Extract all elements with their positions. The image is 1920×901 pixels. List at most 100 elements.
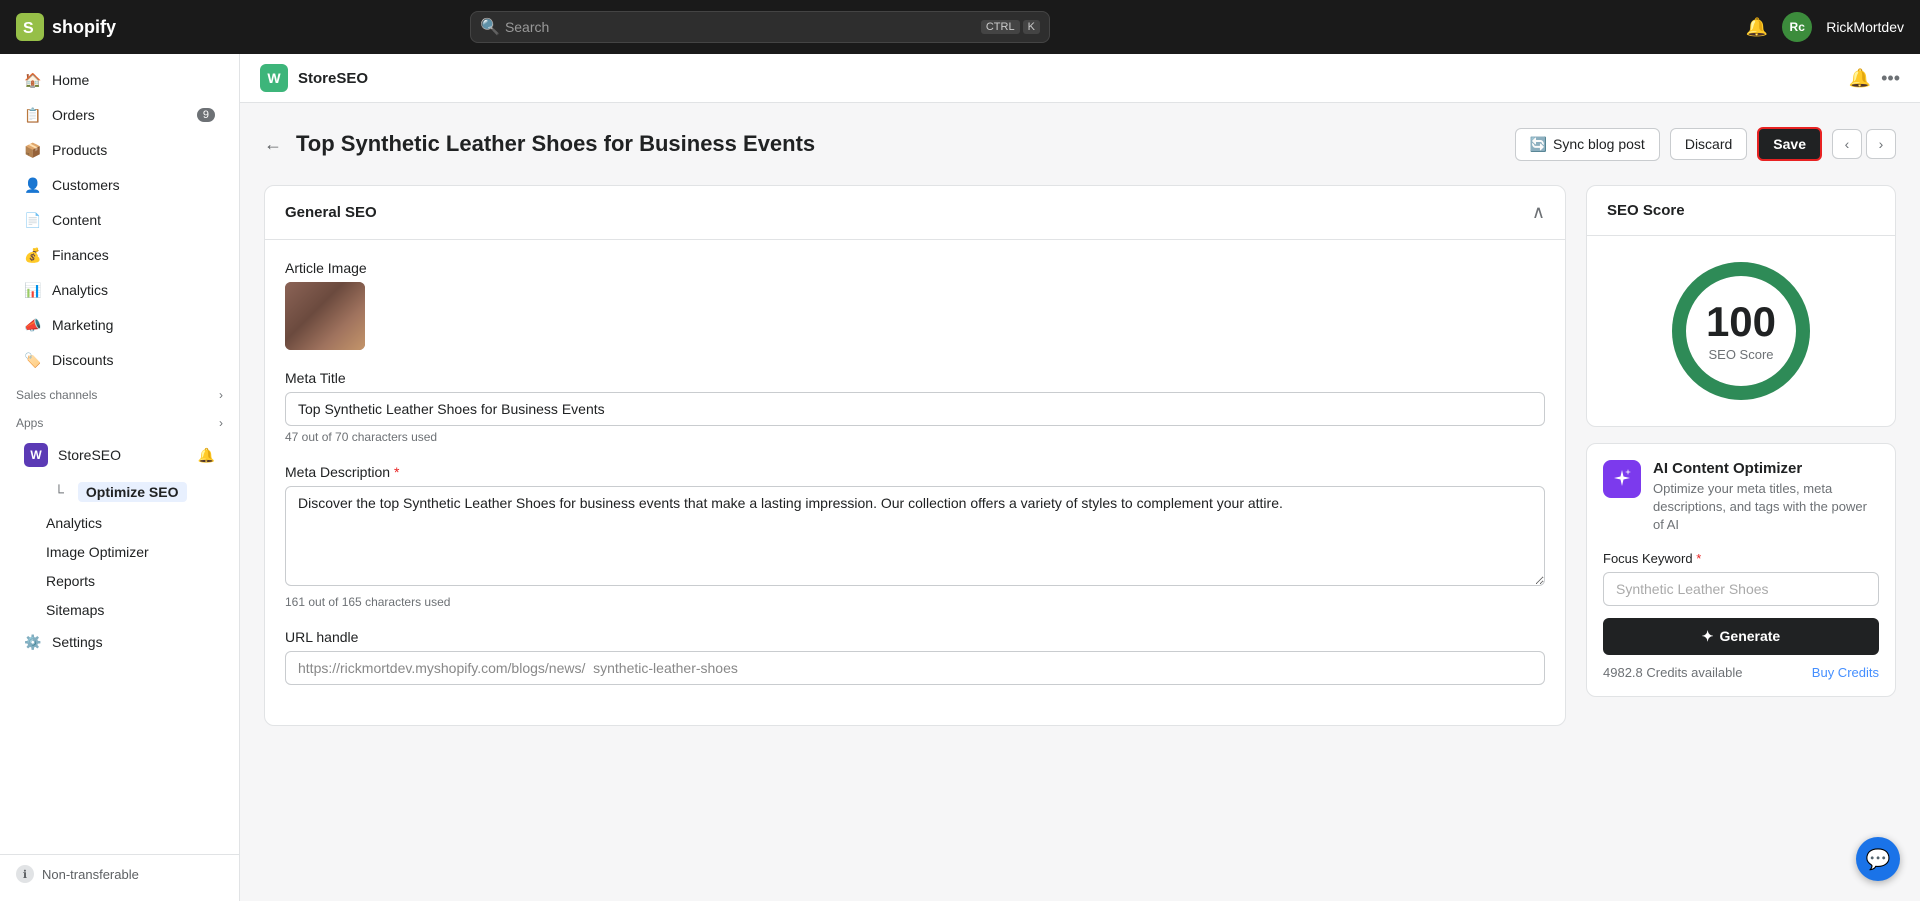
page-header-actions: 🔄 Sync blog post Discard Save ‹ › — [1515, 127, 1896, 161]
sidebar-item-content[interactable]: 📄 Content — [8, 203, 231, 237]
meta-description-group: Meta Description * Discover the top Synt… — [285, 464, 1545, 609]
username: RickMortdev — [1826, 19, 1904, 35]
shoe-image — [285, 282, 365, 350]
general-seo-card-body: Article Image Meta Title 47 out of 70 ch… — [265, 240, 1565, 725]
image-optimizer-label: Image Optimizer — [46, 544, 149, 560]
sidebar-sub-image-optimizer[interactable]: Image Optimizer — [8, 538, 231, 566]
sidebar-item-home[interactable]: 🏠 Home — [8, 63, 231, 97]
sidebar-sub-analytics[interactable]: Analytics — [8, 509, 231, 537]
general-seo-card: General SEO ∧ Article Image — [264, 185, 1566, 726]
sidebar-item-label: Discounts — [52, 352, 113, 368]
chat-bubble-button[interactable]: 💬 — [1856, 837, 1900, 881]
chat-icon: 💬 — [1866, 847, 1891, 872]
page-title: Top Synthetic Leather Shoes for Business… — [296, 131, 815, 157]
sync-label: Sync blog post — [1553, 136, 1645, 152]
svg-text:S: S — [23, 20, 34, 37]
sidebar-item-label: Finances — [52, 247, 109, 263]
home-icon: 🏠 — [24, 71, 42, 89]
seo-score-title: SEO Score — [1587, 186, 1895, 236]
sales-channels-section[interactable]: Sales channels › — [0, 378, 239, 406]
orders-badge: 9 — [197, 108, 215, 122]
page-header: ← Top Synthetic Leather Shoes for Busine… — [264, 127, 1896, 161]
url-handle-input[interactable] — [285, 651, 1545, 685]
ai-optimizer-desc: Optimize your meta titles, meta descript… — [1653, 480, 1879, 535]
storeseo-label: StoreSEO — [58, 447, 121, 463]
sidebar-item-settings[interactable]: ⚙️ Settings — [8, 625, 231, 659]
search-input[interactable] — [470, 11, 1050, 43]
marketing-icon: 📣 — [24, 316, 42, 334]
shopify-logo-icon: S — [16, 13, 44, 41]
ai-optimizer-title: AI Content Optimizer — [1653, 460, 1879, 477]
content-area: W StoreSEO 🔔 ••• ← Top Synthetic Leather… — [240, 54, 1920, 901]
sidebar-item-label: Content — [52, 212, 101, 228]
meta-description-label: Meta Description * — [285, 464, 1545, 480]
seo-score-text: SEO Score — [1708, 347, 1773, 362]
non-transferable-text: Non-transferable — [42, 867, 139, 882]
analytics-sub-label: Analytics — [46, 515, 102, 531]
sidebar-item-analytics[interactable]: 📊 Analytics — [8, 273, 231, 307]
topbar-logo-text: shopify — [52, 17, 116, 38]
ai-optimizer-card: AI Content Optimizer Optimize your meta … — [1586, 443, 1896, 697]
storeseo-app-icon: W — [24, 443, 48, 467]
topbar-right: 🔔 Rc RickMortdev — [1746, 12, 1904, 42]
credits-row: 4982.8 Credits available Buy Credits — [1603, 665, 1879, 680]
sync-blog-post-button[interactable]: 🔄 Sync blog post — [1515, 128, 1660, 161]
reports-label: Reports — [46, 573, 95, 589]
seo-score-wrap: 100 SEO Score — [1587, 236, 1895, 426]
notification-bell-icon[interactable]: 🔔 — [1746, 17, 1768, 38]
credits-text: 4982.8 Credits available — [1603, 665, 1742, 680]
products-icon: 📦 — [24, 141, 42, 159]
sidebar-item-marketing[interactable]: 📣 Marketing — [8, 308, 231, 342]
sidebar-item-optimize-seo[interactable]: └ Optimize SEO — [8, 476, 231, 508]
plugin-bell-icon[interactable]: 🔔 — [1849, 68, 1871, 89]
nav-arrows: ‹ › — [1832, 129, 1896, 159]
focus-keyword-input[interactable] — [1603, 572, 1879, 606]
sidebar-item-products[interactable]: 📦 Products — [8, 133, 231, 167]
analytics-icon: 📊 — [24, 281, 42, 299]
sidebar-item-customers[interactable]: 👤 Customers — [8, 168, 231, 202]
apps-section[interactable]: Apps › — [0, 406, 239, 434]
general-seo-card-header[interactable]: General SEO ∧ — [265, 186, 1565, 240]
sync-icon: 🔄 — [1530, 136, 1547, 153]
required-asterisk: * — [394, 464, 399, 480]
main-column: General SEO ∧ Article Image — [264, 185, 1566, 726]
save-button[interactable]: Save — [1757, 127, 1822, 161]
sidebar-item-label: Analytics — [52, 282, 108, 298]
page-content: ← Top Synthetic Leather Shoes for Busine… — [240, 103, 1920, 901]
generate-label: Generate — [1720, 628, 1781, 644]
plugin-name: StoreSEO — [298, 70, 368, 87]
ai-sparkle-icon — [1603, 460, 1641, 498]
tree-line-icon: └ — [54, 484, 64, 500]
sidebar-item-discounts[interactable]: 🏷️ Discounts — [8, 343, 231, 377]
sidebar-item-storeseo[interactable]: W StoreSEO 🔔 — [8, 435, 231, 475]
topbar: S shopify 🔍 CTRL K 🔔 Rc RickMortdev — [0, 0, 1920, 54]
plugin-more-icon[interactable]: ••• — [1881, 68, 1900, 89]
collapse-icon[interactable]: ∧ — [1532, 202, 1545, 223]
avatar: Rc — [1782, 12, 1812, 42]
sidebar-item-orders[interactable]: 📋 Orders 9 — [8, 98, 231, 132]
search-icon: 🔍 — [480, 17, 500, 37]
meta-description-textarea[interactable]: Discover the top Synthetic Leather Shoes… — [285, 486, 1545, 586]
article-image-group: Article Image — [285, 260, 1545, 350]
sidebar-item-label: Home — [52, 72, 89, 88]
plugin-bar-right: 🔔 ••• — [1849, 68, 1900, 89]
discard-button[interactable]: Discard — [1670, 128, 1747, 160]
sidebar-nav: 🏠 Home 📋 Orders 9 📦 Products 👤 Customers… — [0, 54, 239, 668]
settings-label: Settings — [52, 634, 103, 650]
content-icon: 📄 — [24, 211, 42, 229]
buy-credits-link[interactable]: Buy Credits — [1812, 665, 1879, 680]
meta-title-group: Meta Title 47 out of 70 characters used — [285, 370, 1545, 444]
sidebar-sub-sitemaps[interactable]: Sitemaps — [8, 596, 231, 624]
topbar-logo: S shopify — [16, 13, 116, 41]
seo-score-number: 100 — [1706, 301, 1776, 343]
generate-button[interactable]: ✦ Generate — [1603, 618, 1879, 655]
meta-title-input[interactable] — [285, 392, 1545, 426]
sidebar-sub-reports[interactable]: Reports — [8, 567, 231, 595]
back-button[interactable]: ← — [264, 134, 282, 155]
sidebar-item-finances[interactable]: 💰 Finances — [8, 238, 231, 272]
sidebar: 🏠 Home 📋 Orders 9 📦 Products 👤 Customers… — [0, 54, 240, 901]
discounts-icon: 🏷️ — [24, 351, 42, 369]
nav-prev-button[interactable]: ‹ — [1832, 129, 1862, 159]
nav-next-button[interactable]: › — [1866, 129, 1896, 159]
meta-title-char-count: 47 out of 70 characters used — [285, 430, 1545, 444]
